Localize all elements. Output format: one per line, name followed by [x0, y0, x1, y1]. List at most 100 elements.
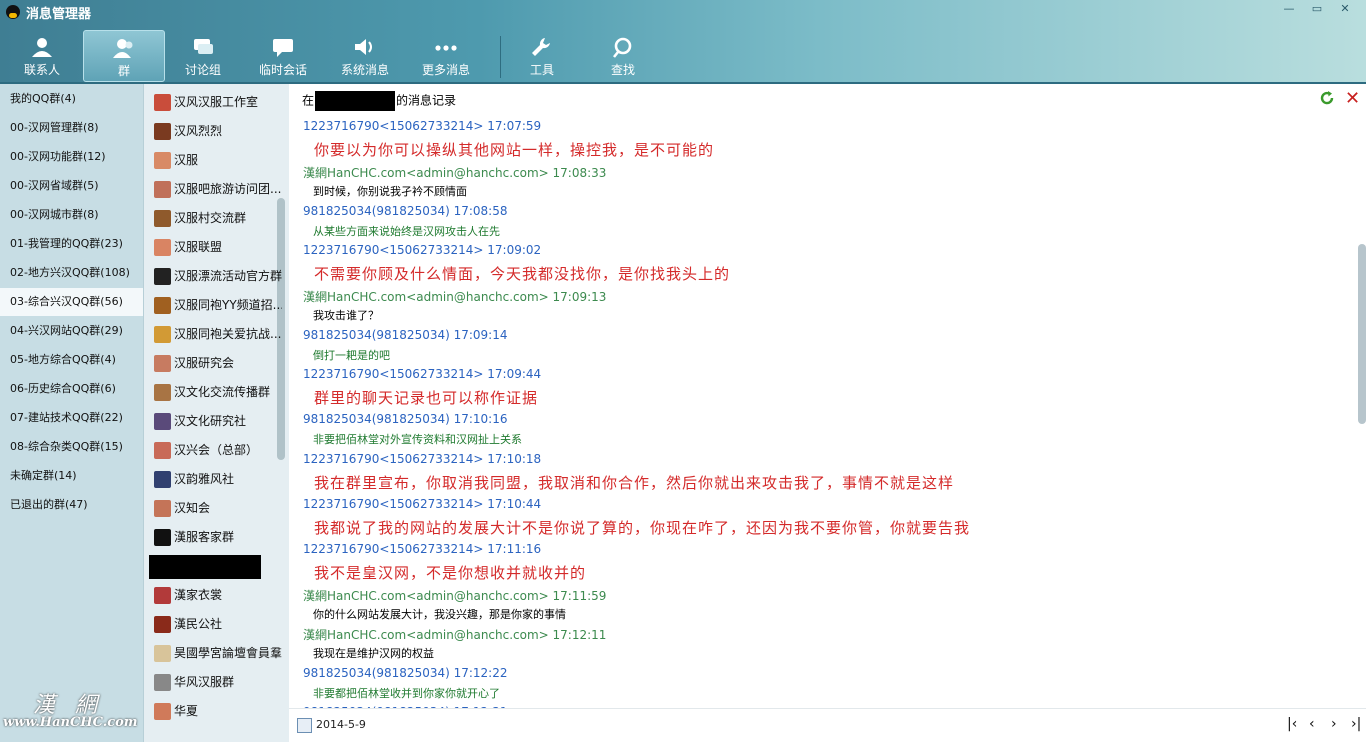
member-group-name: 汉服研究会 — [174, 356, 235, 370]
close-window-button[interactable]: ✕ — [1334, 2, 1356, 16]
member-group-item[interactable]: 汉韵雅风社 — [154, 465, 282, 493]
message-meta: 981825034(981825034) 17:10:16 — [303, 412, 508, 426]
refresh-icon[interactable] — [1319, 90, 1335, 106]
message-text: 群里的聊天记录也可以称作证据 — [314, 389, 539, 407]
member-group-item[interactable]: 汉服村交流群 — [154, 204, 282, 232]
message-text: 从某些方面来说始终是汉网攻击人在先 — [313, 224, 500, 238]
member-group-item[interactable]: 汉服吧旅游访问团... — [154, 175, 282, 203]
group-avatar-icon — [154, 210, 171, 227]
group-category-item[interactable]: 00-汉网省域群(5) — [0, 172, 143, 200]
member-group-item[interactable]: 汉服漂流活动官方群 — [154, 262, 282, 290]
member-group-item[interactable]: 汉服 — [154, 146, 282, 174]
group-category-item[interactable]: 已退出的群(47) — [0, 491, 143, 519]
toolbar-label: 查找 — [610, 63, 635, 77]
first-page-button[interactable]: |‹ — [1287, 716, 1297, 732]
member-group-item[interactable]: 华夏 — [154, 697, 282, 725]
message-scrollbar-thumb[interactable] — [1358, 244, 1366, 424]
message-meta: 漢網HanCHC.com<admin@hanchc.com> 17:12:11 — [303, 628, 607, 642]
member-group-item[interactable]: 昊國學宮論壇會員羣 — [154, 639, 282, 667]
member-group-name: 汉知会 — [174, 501, 211, 515]
group-category-item[interactable]: 04-兴汉网站QQ群(29) — [0, 317, 143, 345]
maximize-button[interactable]: ▭ — [1306, 2, 1328, 16]
message-text: 我攻击谁了？ — [313, 309, 379, 322]
member-group-item[interactable]: 漢服客家群 — [154, 523, 282, 551]
member-group-item[interactable]: 汉服同袍关爱抗战... — [154, 320, 282, 348]
member-group-name: 汉服同袍YY频道招... — [174, 298, 282, 312]
message-text: 不需要你顾及什么情面，今天我都没找你，是你找我头上的 — [314, 265, 731, 283]
member-group-item[interactable]: 汉服研究会 — [154, 349, 282, 377]
member-group-name: 汉韵雅风社 — [174, 472, 235, 486]
toolbar-divider — [500, 36, 501, 78]
message-meta: 1223716790<15062733214> 17:10:18 — [303, 451, 542, 466]
member-group-item[interactable]: 漢家衣裳 — [154, 581, 282, 609]
message-meta: 1223716790<15062733214> 17:09:44 — [303, 367, 542, 381]
group-avatar-icon — [154, 500, 171, 517]
speaker-icon — [355, 39, 372, 55]
group-category-list: 我的QQ群(4) 00-汉网管理群(8) 00-汉网功能群(12) 00-汉网省域群(… — [0, 84, 143, 742]
message-text: 我在群里宣布，你取消我同盟，我取消和你合作，然后你就出来攻击我了，事情不就是这样 — [314, 473, 955, 492]
message-meta: 1223716790<15062733214> 17:11:16 — [303, 541, 542, 556]
message-text: 我都说了我的网站的发展大计不是你说了算的，你现在咋了，还因为我不要你管，你就要告… — [314, 518, 971, 537]
message-meta: 漢網HanCHC.com<admin@hanchc.com> 17:09:13 — [303, 290, 607, 304]
group-category-item[interactable]: 00-汉网城市群(8) — [0, 201, 143, 229]
wrench-icon — [532, 38, 550, 56]
more-icon — [435, 45, 457, 51]
member-group-name: 汉服 — [174, 153, 199, 167]
toolbar-wrench-button[interactable]: 工具 — [502, 30, 582, 82]
group-category-item[interactable]: 我的QQ群(4) — [0, 85, 143, 113]
group-category-item[interactable]: 06-历史综合QQ群(6) — [0, 375, 143, 403]
discussion-icon — [194, 39, 213, 54]
toolbar-speaker-button[interactable]: 系统消息 — [325, 30, 405, 82]
toolbar-discussion-button[interactable]: 讨论组 — [163, 30, 243, 82]
minimize-button[interactable]: — — [1278, 2, 1300, 16]
member-group-item[interactable]: 汉服联盟 — [154, 233, 282, 261]
member-group-item[interactable]: 汉兴会（总部） — [154, 436, 282, 464]
member-group-name: 漢服客家群 — [174, 530, 235, 544]
group-avatar-icon — [154, 413, 171, 430]
message-text: 我现在是维护汉网的权益 — [313, 647, 434, 660]
member-group-item[interactable]: 漢民公社 — [154, 610, 282, 638]
member-group-item[interactable]: 华风汉服群 — [154, 668, 282, 696]
member-group-name: 华风汉服群 — [174, 675, 235, 689]
member-group-item[interactable]: 汉知会 — [154, 494, 282, 522]
group-category-item[interactable]: 07-建站技术QQ群(22) — [0, 404, 143, 432]
member-group-name: 汉服同袍关爱抗战... — [174, 327, 282, 341]
footer-bar: 2014-5-9 |‹ ‹ › ›| — [289, 708, 1366, 743]
toolbar-contact-button[interactable]: 联系人 — [2, 30, 82, 82]
group-category-item[interactable]: 03-综合兴汉QQ群(56) — [0, 288, 143, 316]
group-category-item[interactable]: 02-地方兴汉QQ群(108) — [0, 259, 143, 287]
message-text: 倒打一耙是的吧 — [313, 348, 390, 362]
group-icon — [113, 39, 133, 58]
member-group-name: 汉服漂流活动官方群 — [174, 269, 282, 283]
group-avatar-icon — [154, 297, 171, 314]
group-category-item[interactable]: 未确定群(14) — [0, 462, 143, 490]
group-category-item[interactable]: 00-汉网功能群(12) — [0, 143, 143, 171]
toolbar-more-button[interactable]: 更多消息 — [406, 30, 486, 82]
toolbar-group-button[interactable]: 群 — [83, 30, 165, 82]
member-group-item[interactable]: 汉文化交流传播群 — [154, 378, 282, 406]
group-category-item[interactable]: 05-地方综合QQ群(4) — [0, 346, 143, 374]
message-panel: 在的消息记录 ✕ 1223716790<15062733214> 17:07:5… — [289, 84, 1366, 743]
last-page-button[interactable]: ›| — [1351, 716, 1361, 732]
group-category-item[interactable]: 08-综合杂类QQ群(15) — [0, 433, 143, 461]
member-group-item[interactable]: 汉文化研究社 — [154, 407, 282, 435]
toolbar-label: 更多消息 — [421, 63, 470, 77]
toolbar-temp-chat-button[interactable]: 临时会话 — [243, 30, 323, 82]
member-group-item[interactable]: 汉风汉服工作室 — [154, 88, 282, 116]
close-record-icon[interactable]: ✕ — [1345, 88, 1360, 109]
group-category-item[interactable]: 01-我管理的QQ群(23) — [0, 230, 143, 258]
group-category-item[interactable]: 00-汉网管理群(8) — [0, 114, 143, 142]
member-group-name: 汉文化交流传播群 — [174, 385, 271, 399]
search-icon — [612, 37, 632, 58]
site-logo: 漢網 www.HanCHC.com — [3, 693, 138, 730]
member-group-item[interactable]: 汉风烈烈 — [154, 117, 282, 145]
next-page-button[interactable]: › — [1331, 716, 1337, 732]
message-meta: 漢網HanCHC.com<admin@hanchc.com> 17:11:59 — [303, 588, 607, 603]
member-group-name: 汉风汉服工作室 — [174, 95, 259, 109]
member-group-item[interactable]: 汉服同袍YY频道招... — [154, 291, 282, 319]
toolbar-search-button[interactable]: 查找 — [583, 30, 663, 82]
group-avatar-icon — [154, 703, 171, 720]
calendar-icon[interactable] — [297, 718, 312, 733]
toolbar-label: 讨论组 — [184, 63, 221, 77]
prev-page-button[interactable]: ‹ — [1309, 716, 1315, 732]
